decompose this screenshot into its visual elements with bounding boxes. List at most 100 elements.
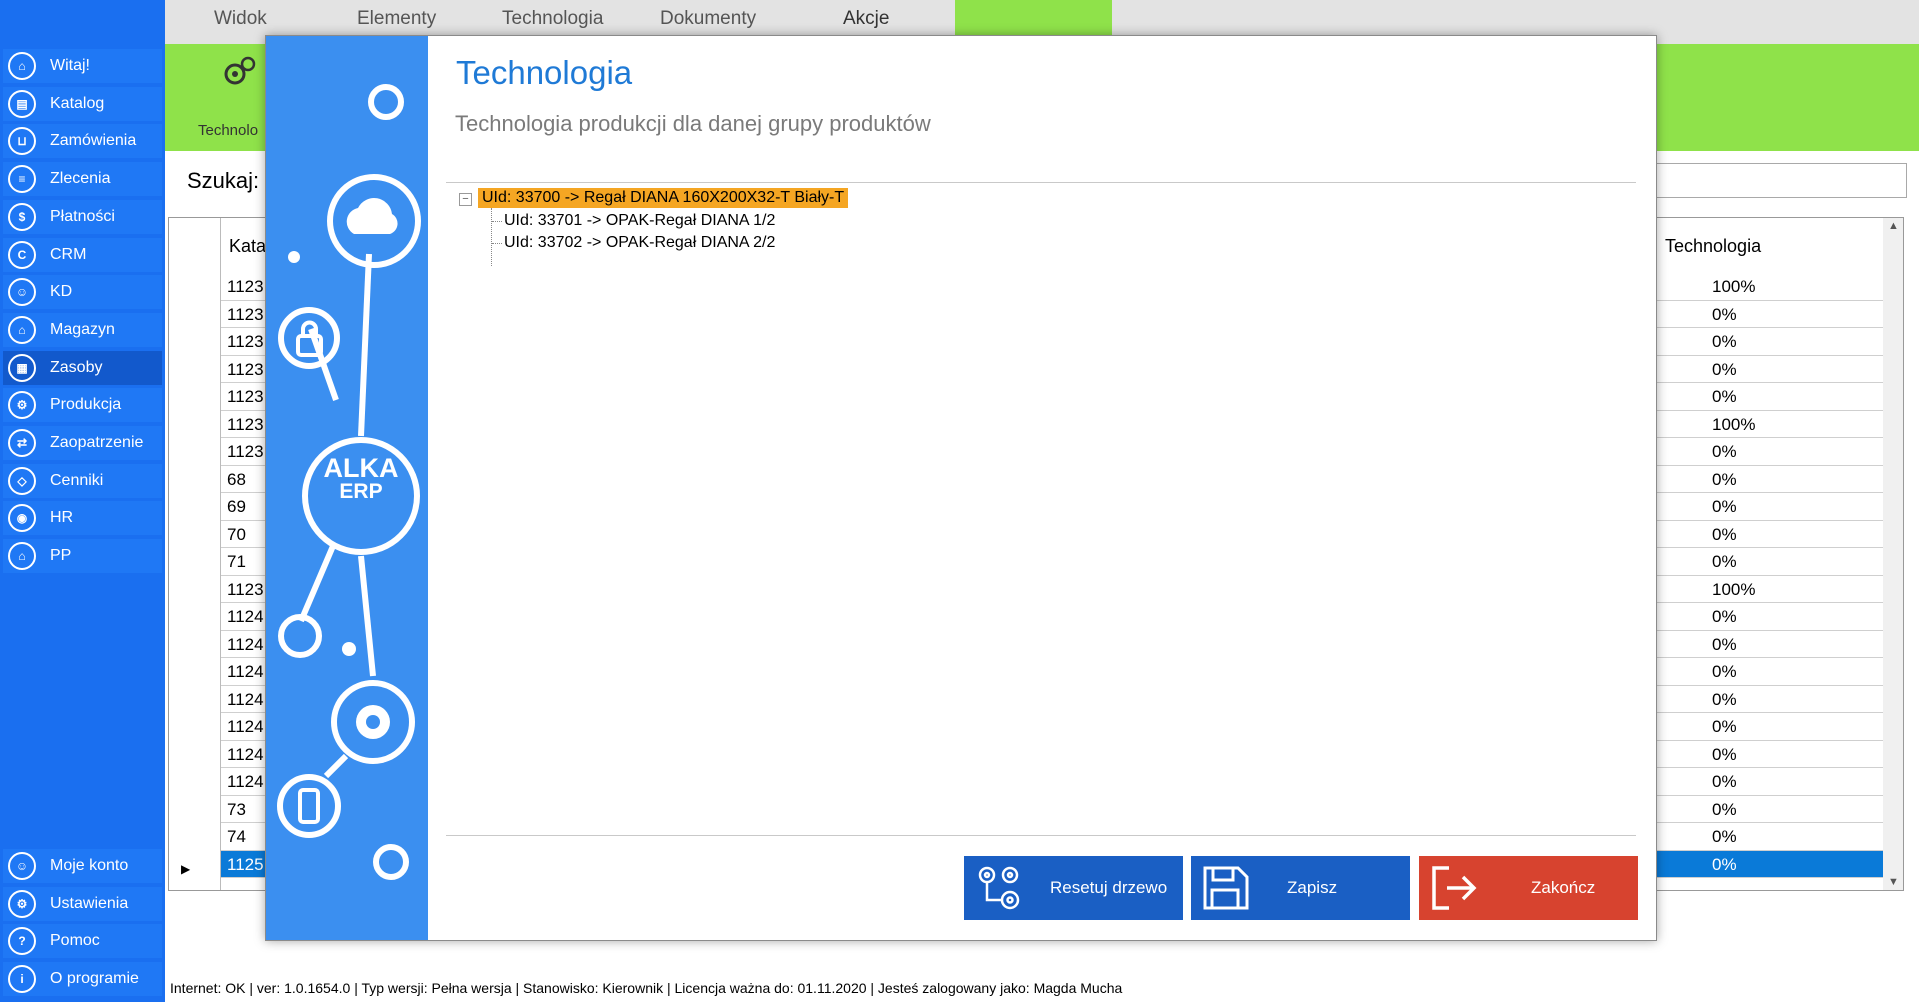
- cell-technologia: 0%: [1712, 387, 1737, 406]
- sidebar-item-label: O programie: [50, 970, 139, 988]
- sidebar-item-label: KD: [50, 283, 73, 301]
- tab-widok[interactable]: Widok: [214, 8, 267, 30]
- cell-technologia: 0%: [1712, 359, 1737, 379]
- tree-connector: [491, 208, 492, 266]
- technologia-dialog: ALKA ERP Technologia Technologia produkc…: [265, 35, 1657, 941]
- cell-technologia: 0%: [1712, 497, 1737, 516]
- cell-technologia: 100%: [1712, 414, 1756, 434]
- cell-katalog: 1123: [227, 442, 264, 461]
- sidebar-item-label: Zasoby: [50, 358, 103, 376]
- tab-dokumenty[interactable]: Dokumenty: [660, 8, 756, 30]
- sidebar-item-pomoc[interactable]: ? Pomoc: [3, 924, 162, 959]
- tab-technologia[interactable]: Technologia: [502, 8, 603, 30]
- list-icon: ≡: [8, 165, 36, 194]
- supply-icon: ⇄: [8, 429, 36, 457]
- tree-node-child[interactable]: UId: 33702 -> OPAK-Regał DIANA 2/2: [504, 234, 775, 252]
- book-icon: ▤: [8, 89, 36, 118]
- sidebar-item-zaopatrzenie[interactable]: ⇄ Zaopatrzenie: [3, 426, 162, 460]
- tree-gears-icon: [978, 866, 1020, 910]
- sidebar-item-kd[interactable]: ☺ KD: [3, 275, 162, 310]
- cell-katalog: 1123: [227, 304, 264, 324]
- sidebar-item-label: Pomoc: [50, 932, 100, 950]
- cell-katalog: 1124: [227, 634, 264, 654]
- tree-collapse-icon[interactable]: −: [459, 193, 472, 206]
- dialog-decoration-panel: ALKA ERP: [266, 36, 428, 940]
- cell-technologia: 0%: [1712, 799, 1737, 819]
- sidebar-item-label: Ustawienia: [50, 894, 129, 912]
- cell-katalog: 1123: [227, 414, 264, 434]
- alka-erp-logo: ALKA ERP: [323, 453, 399, 503]
- sidebar-item-label: CRM: [50, 245, 87, 263]
- sidebar-item-label: Katalog: [50, 94, 105, 112]
- sidebar-item-magazyn[interactable]: ⌂ Magazyn: [3, 312, 162, 347]
- home-icon: ⌂: [8, 52, 36, 80]
- column-header-technologia[interactable]: Technologia: [1665, 236, 1761, 257]
- cell-katalog: 1124: [227, 662, 264, 681]
- sidebar-item-label: Zaopatrzenie: [50, 434, 144, 451]
- phone-icon: [298, 788, 320, 824]
- sidebar-item-zlecenia[interactable]: ≡ Zlecenia: [3, 162, 162, 197]
- sidebar-item-label: Zamówienia: [50, 132, 137, 150]
- sidebar-item-label: Produkcja: [50, 396, 122, 414]
- sidebar-item-hr[interactable]: ◉ HR: [3, 501, 162, 536]
- cell-technologia: 0%: [1712, 689, 1737, 709]
- sidebar-item-zam-wienia[interactable]: ⊔ Zamówienia: [3, 124, 162, 159]
- cell-technologia: 0%: [1712, 552, 1737, 571]
- tab-elementy[interactable]: Elementy: [357, 8, 436, 30]
- grid-scrollbar[interactable]: ▲ ▼: [1883, 218, 1903, 890]
- sidebar: ⌂ Witaj! ▤ Katalog ⊔ Zamówienia ≡ Zlecenia $ Płat…: [0, 0, 165, 1002]
- crm-icon: C: [8, 240, 36, 269]
- cell-katalog: 68: [227, 469, 246, 489]
- cell-katalog: 1124: [227, 744, 264, 764]
- sidebar-item-crm[interactable]: C CRM: [3, 237, 162, 272]
- search-input[interactable]: [1650, 163, 1907, 198]
- current-row-arrow-icon: ▶: [181, 862, 191, 876]
- sidebar-item-label: Witaj!: [50, 57, 90, 74]
- cell-technologia: 0%: [1712, 524, 1737, 544]
- sidebar-item-moje-konto[interactable]: ☺ Moje konto: [3, 849, 162, 883]
- cell-technologia: 0%: [1712, 607, 1737, 626]
- tab-akcje[interactable]: Akcje: [843, 8, 889, 30]
- reset-tree-button[interactable]: Resetuj drzewo: [964, 856, 1183, 920]
- save-label: Zapisz: [1287, 878, 1338, 897]
- close-label: Zakończ: [1531, 878, 1596, 897]
- sidebar-item-cenniki[interactable]: ◇ Cenniki: [3, 463, 162, 498]
- tree-node-root[interactable]: UId: 33700 -> Regał DIANA 160X200X32-T B…: [478, 188, 849, 208]
- cell-technologia: 100%: [1712, 579, 1756, 599]
- cell-technologia: 0%: [1712, 827, 1737, 846]
- sidebar-item-label: PP: [50, 547, 72, 565]
- save-button[interactable]: Zapisz: [1191, 856, 1410, 920]
- row-selector-column: [169, 218, 221, 890]
- sidebar-item-pp[interactable]: ⌂ PP: [3, 539, 162, 574]
- cell-technologia: 0%: [1712, 717, 1737, 736]
- reset-tree-label: Resetuj drzewo: [1050, 878, 1168, 897]
- production-icon: ⚙: [8, 391, 36, 420]
- sidebar-item-ustawienia[interactable]: ⚙ Ustawienia: [3, 886, 162, 921]
- cell-katalog: 1123: [227, 332, 264, 351]
- gears-icon: [224, 56, 256, 85]
- sidebar-item-p-atno-ci[interactable]: $ Płatności: [3, 199, 162, 234]
- factory-icon: ⌂: [8, 542, 36, 571]
- cloud-icon: [346, 198, 398, 234]
- tree-connector: [492, 243, 502, 244]
- sidebar-item-katalog[interactable]: ▤ Katalog: [3, 86, 162, 121]
- cell-katalog: 1124: [227, 717, 264, 736]
- status-bar: Internet: OK | ver: 1.0.1654.0 | Typ wer…: [170, 980, 1123, 996]
- scroll-down-icon[interactable]: ▼: [1888, 876, 1899, 888]
- cell-technologia: 0%: [1712, 332, 1737, 351]
- sidebar-item-zasoby[interactable]: ▦ Zasoby: [3, 350, 162, 385]
- sidebar-item-produkcja[interactable]: ⚙ Produkcja: [3, 388, 162, 423]
- cell-katalog: 74: [227, 827, 246, 846]
- cell-technologia: 0%: [1712, 634, 1737, 654]
- cell-technologia: 0%: [1712, 772, 1737, 791]
- sidebar-item-label: Zlecenia: [50, 170, 111, 188]
- cell-technologia: 0%: [1712, 304, 1737, 324]
- tree-node-child[interactable]: UId: 33701 -> OPAK-Regał DIANA 1/2: [504, 212, 775, 230]
- sidebar-item-witaj-[interactable]: ⌂ Witaj!: [3, 49, 162, 83]
- close-button[interactable]: Zakończ: [1419, 856, 1638, 920]
- scroll-up-icon[interactable]: ▲: [1888, 220, 1899, 232]
- cell-katalog: 1125: [227, 854, 264, 874]
- column-header-katalog[interactable]: Kata: [229, 236, 266, 257]
- cell-technologia: 0%: [1712, 469, 1737, 489]
- sidebar-item-o-programie[interactable]: i O programie: [3, 962, 162, 997]
